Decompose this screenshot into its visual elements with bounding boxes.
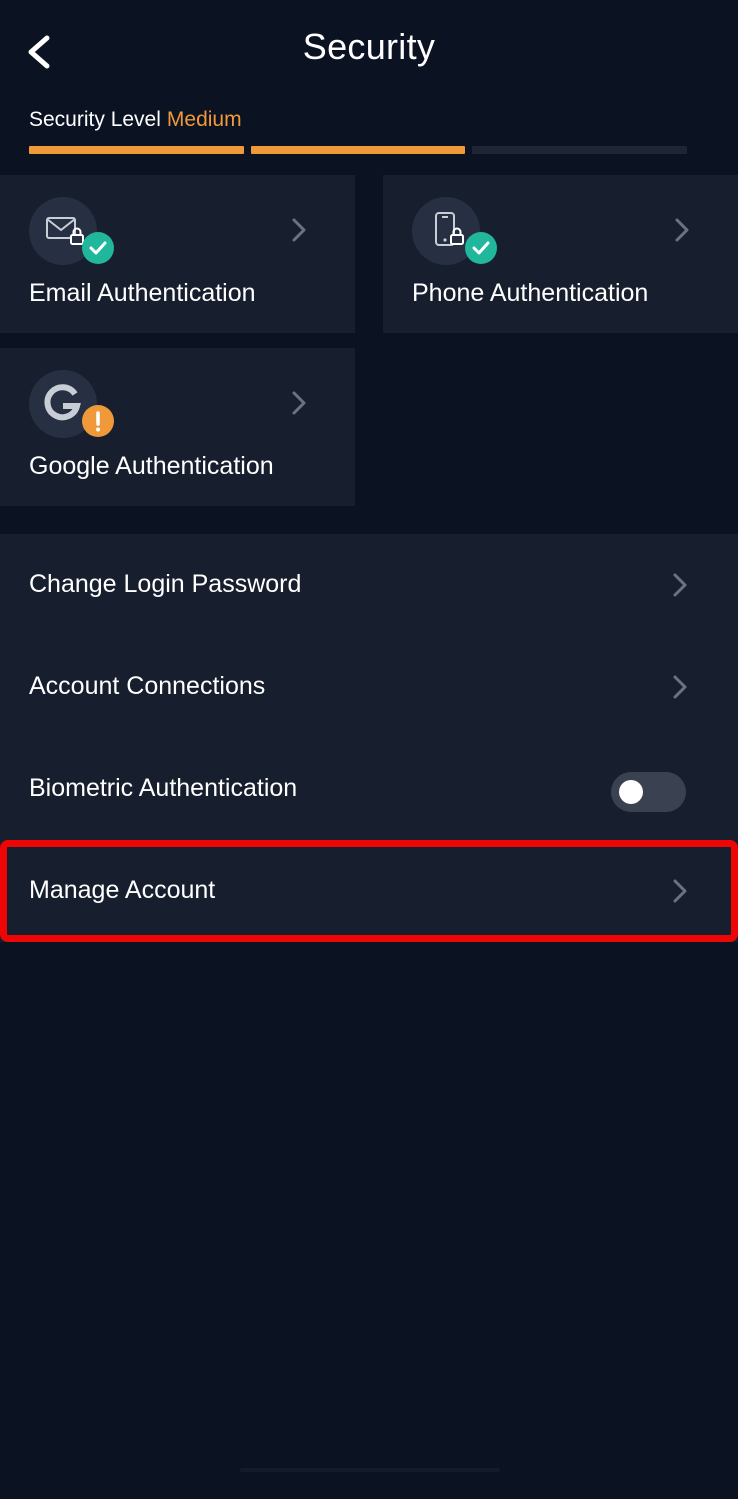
chevron-right-icon <box>292 218 306 242</box>
phone-authentication-label: Phone Authentication <box>412 279 649 307</box>
header: Security <box>0 0 738 100</box>
security-level-segment <box>250 146 466 154</box>
manage-account-item[interactable]: Manage Account <box>0 840 738 942</box>
account-connections-item[interactable]: Account Connections <box>0 636 738 738</box>
google-authentication-card[interactable]: Google Authentication <box>0 348 355 506</box>
security-level-bar <box>29 146 688 154</box>
biometric-toggle[interactable] <box>611 772 686 812</box>
check-icon <box>82 232 114 264</box>
account-connections-label: Account Connections <box>29 672 266 700</box>
phone-authentication-card[interactable]: Phone Authentication <box>383 175 738 333</box>
chevron-right-icon <box>675 218 689 242</box>
page-title: Security <box>302 26 436 67</box>
settings-list: Change Login Password Account Connection… <box>0 534 738 942</box>
security-level-segment <box>29 146 244 154</box>
security-level-segment <box>472 146 688 154</box>
biometric-authentication-label: Biometric Authentication <box>29 774 298 802</box>
chevron-right-icon <box>673 573 687 597</box>
security-level: Security Level Medium <box>29 108 242 132</box>
email-authentication-card[interactable]: Email Authentication <box>0 175 355 333</box>
google-authentication-label: Google Authentication <box>29 452 274 480</box>
toggle-knob <box>619 780 643 804</box>
check-icon <box>465 232 497 264</box>
security-level-label: Security Level <box>29 108 161 131</box>
home-indicator <box>240 1468 500 1472</box>
manage-account-label: Manage Account <box>29 876 216 904</box>
chevron-right-icon <box>292 391 306 415</box>
chevron-right-icon <box>673 879 687 903</box>
change-login-password-label: Change Login Password <box>29 570 302 598</box>
biometric-authentication-item: Biometric Authentication <box>0 738 738 840</box>
security-level-value: Medium <box>166 108 242 131</box>
change-login-password-item[interactable]: Change Login Password <box>0 534 738 636</box>
chevron-right-icon <box>673 675 687 699</box>
exclamation-icon <box>82 405 114 437</box>
email-authentication-label: Email Authentication <box>29 279 256 307</box>
